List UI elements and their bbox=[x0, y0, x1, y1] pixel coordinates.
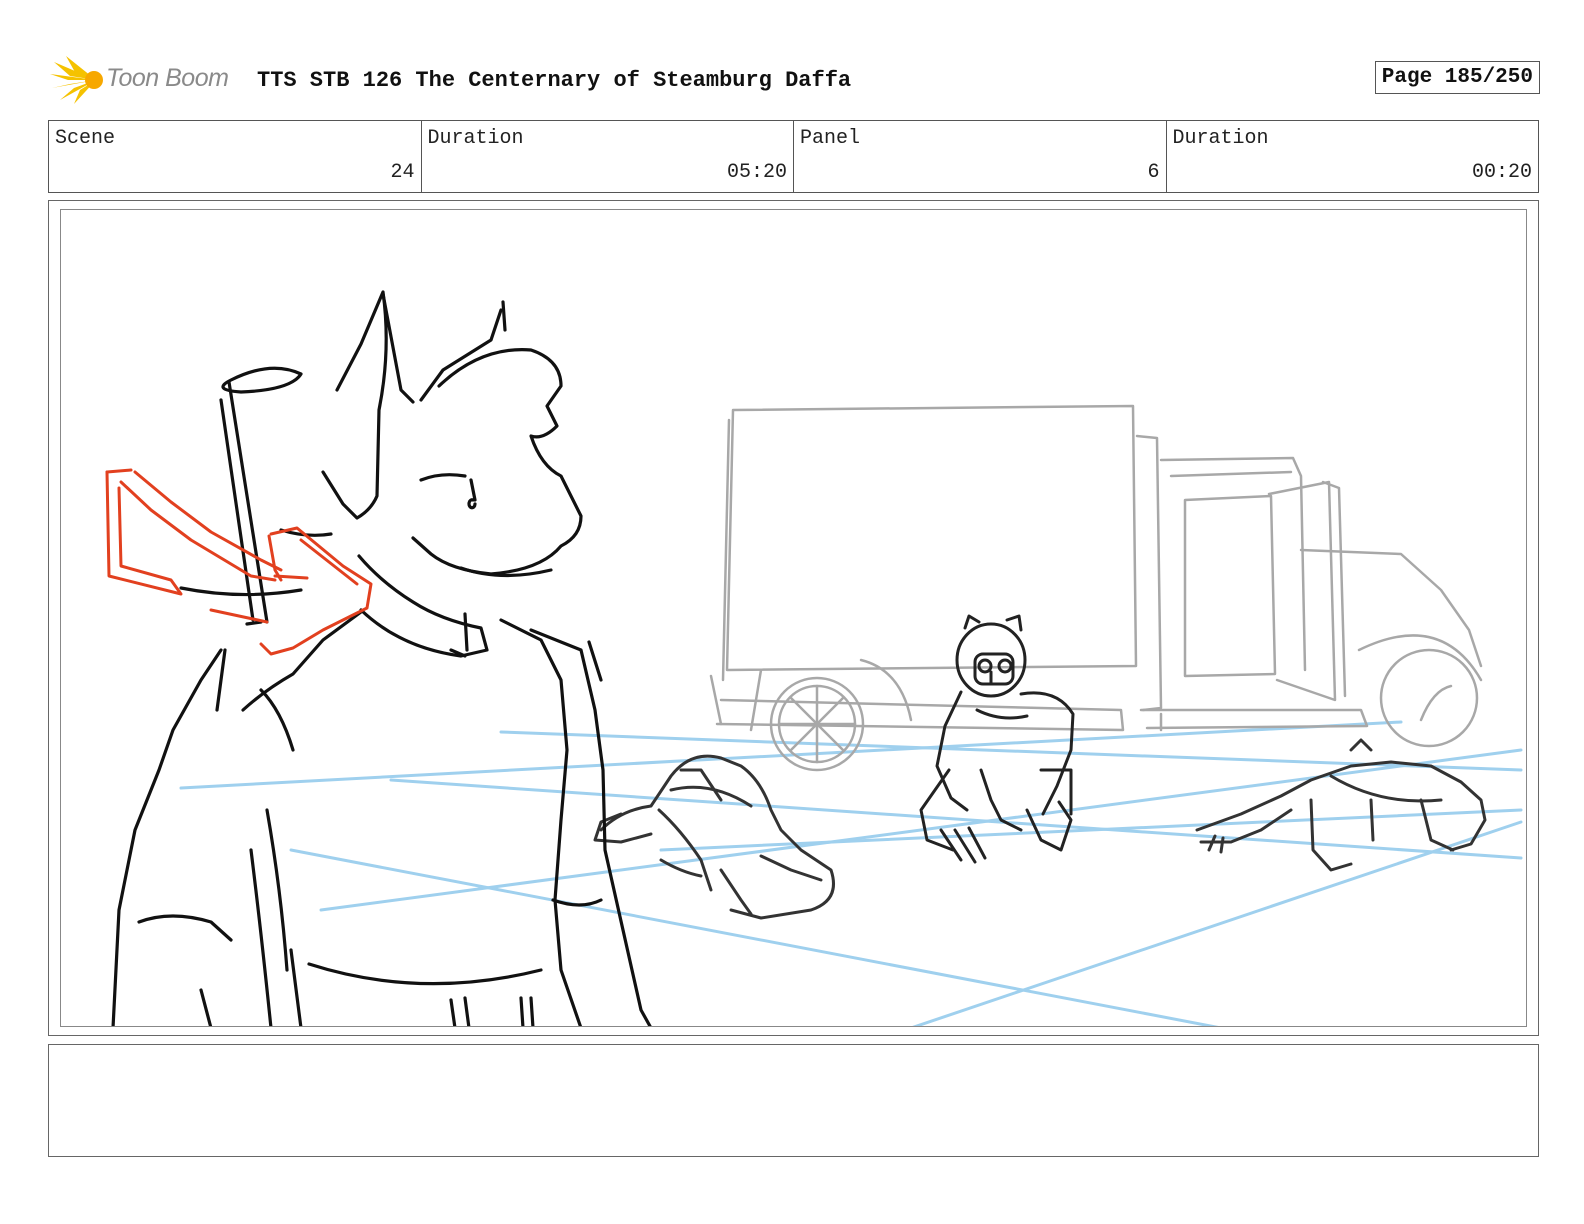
document-title: TTS STB 126 The Centernary of Steamburg … bbox=[257, 68, 852, 93]
scene-value: 24 bbox=[390, 161, 415, 184]
scene-duration-cell: Duration 05:20 bbox=[422, 121, 794, 192]
page-header: Toon Boom TTS STB 126 The Centernary of … bbox=[50, 52, 1540, 108]
main-character-sketch bbox=[111, 290, 652, 1026]
scene-cell: Scene 24 bbox=[49, 121, 422, 192]
panel-duration-cell: Duration 00:20 bbox=[1167, 121, 1539, 192]
scene-info-table: Scene 24 Duration 05:20 Panel 6 Duration… bbox=[48, 120, 1539, 193]
panel-duration-label: Duration bbox=[1172, 127, 1269, 150]
page-indicator: Page 185/250 bbox=[1374, 61, 1540, 94]
scene-duration-value: 05:20 bbox=[726, 161, 787, 184]
logo-wordmark: Toon Boom bbox=[106, 64, 229, 92]
lying-figure-left-sketch bbox=[593, 754, 835, 920]
truck-sketch bbox=[709, 404, 1483, 772]
rotation-arrow-sketch bbox=[105, 468, 373, 656]
panel-label: Panel bbox=[800, 127, 861, 150]
storyboard-panel-drawing bbox=[60, 209, 1527, 1027]
panel-notes-box bbox=[48, 1044, 1539, 1157]
scene-duration-label: Duration bbox=[427, 127, 524, 150]
panel-duration-value: 00:20 bbox=[1471, 161, 1532, 184]
panel-cell: Panel 6 bbox=[794, 121, 1167, 192]
sketch-drawing bbox=[105, 290, 1523, 1026]
toon-boom-logo: Toon Boom bbox=[50, 52, 240, 108]
starburst-icon bbox=[50, 56, 103, 104]
storyboard-panel-frame bbox=[48, 200, 1539, 1036]
scene-label: Scene bbox=[55, 127, 116, 150]
panel-value: 6 bbox=[1147, 161, 1160, 184]
